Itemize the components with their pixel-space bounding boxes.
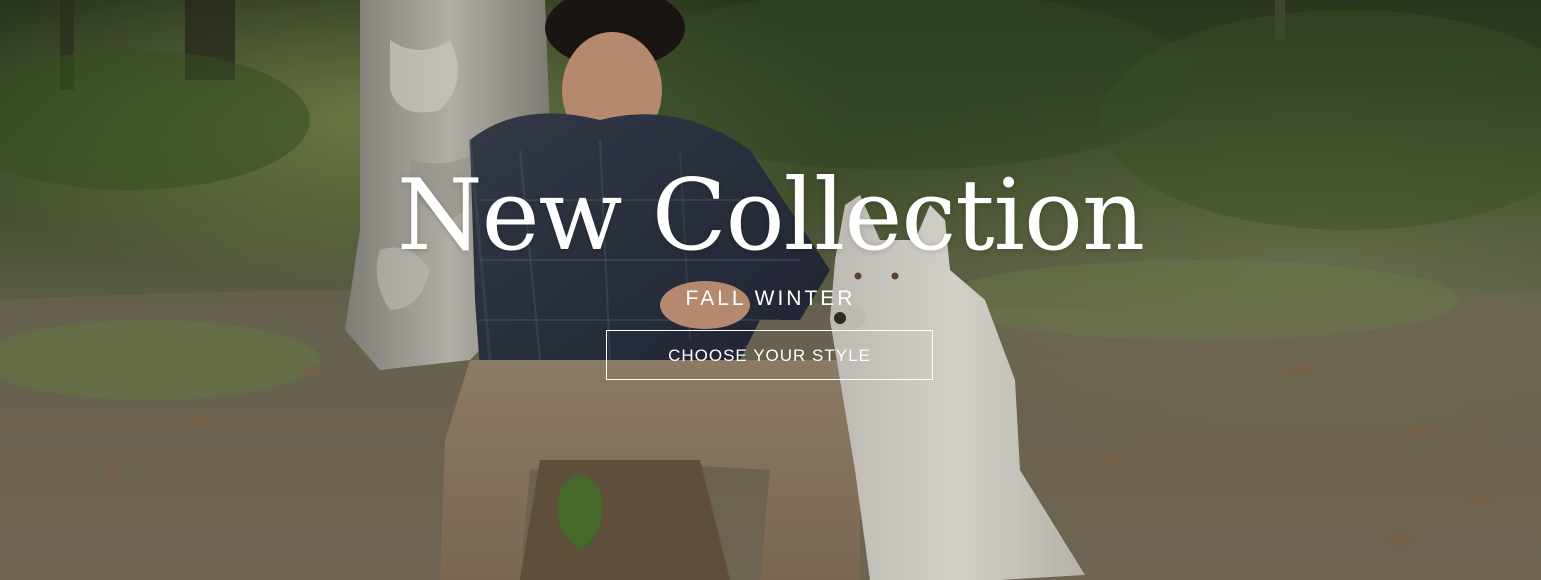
hero-text-overlay: New Collection FALL WINTER CHOOSE YOUR S…: [0, 0, 1541, 580]
choose-your-style-button[interactable]: CHOOSE YOUR STYLE: [606, 330, 933, 380]
hero-title: New Collection: [396, 159, 1145, 273]
hero-subtitle: FALL WINTER: [685, 287, 856, 310]
hero-banner: New Collection FALL WINTER CHOOSE YOUR S…: [0, 0, 1541, 580]
